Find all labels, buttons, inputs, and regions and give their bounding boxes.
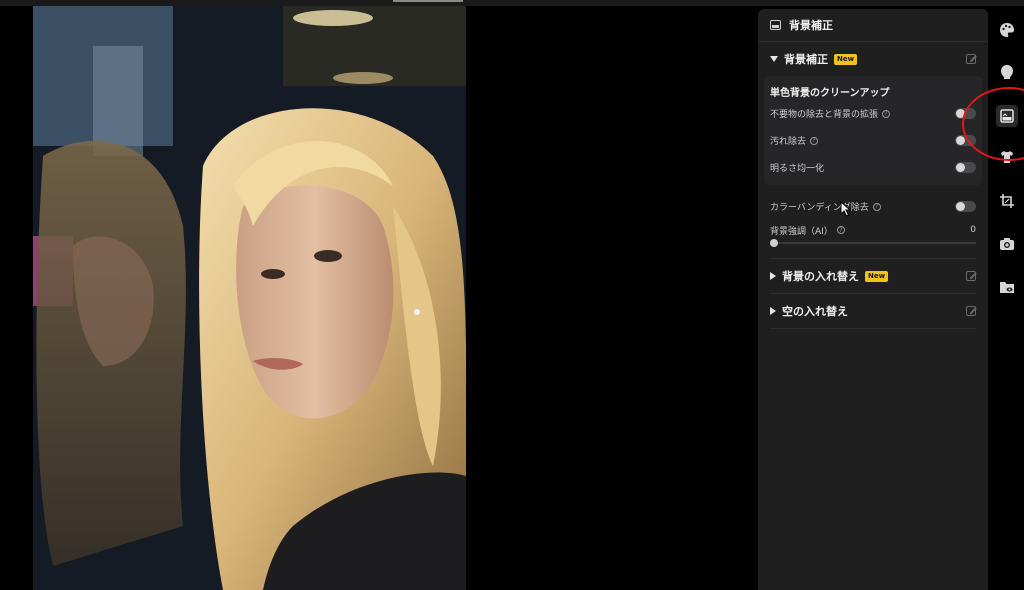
bg-enhance-slider-row: 背景強調（AI） ? 0 [770,220,976,248]
section-label: 背景の入れ替え [782,270,859,283]
crop-icon[interactable] [996,190,1018,212]
help-icon[interactable]: ? [810,136,819,145]
background-correction-icon [770,20,781,30]
row-label: カラーバンディング除去 [770,203,869,213]
section-background-correction-toggle[interactable]: 背景補正 New [770,42,976,76]
camera-icon[interactable] [996,233,1018,255]
row-label: 汚れ除去 [770,137,807,147]
toggle-color-banding[interactable] [955,201,976,212]
slider-value: 0 [970,225,976,235]
mouse-cursor-icon [840,201,852,217]
bg-enhance-slider[interactable] [770,238,976,248]
section-label: 空の入れ替え [782,305,848,318]
folder-eye-icon[interactable] [996,276,1018,298]
face-icon[interactable] [996,61,1018,83]
palette-icon[interactable] [996,19,1018,41]
slider-handle[interactable] [770,239,778,247]
panel-title: 背景補正 [789,19,833,32]
solid-bg-cleanup-card: 単色背景のクリーンアップ 不要物の除去と背景の拡張 ? 汚れ除去 ? 明るさ均一… [764,76,982,185]
photo-canvas[interactable] [33,6,466,590]
section-label: 背景補正 [784,53,828,66]
section-background-correction: 背景補正 New 単色背景のクリーンアップ 不要物の除去と背景の拡張 ? 汚れ除… [764,42,982,259]
section-background-replace: 背景の入れ替え New [770,259,976,294]
edit-icon[interactable] [966,271,976,281]
subcard-title: 単色背景のクリーンアップ [770,87,890,99]
row-color-banding: カラーバンディング除去 ? [770,193,976,220]
edit-icon[interactable] [966,54,976,64]
new-badge: New [834,53,858,65]
panel-header: 背景補正 [758,9,988,42]
caret-down-icon [770,56,778,62]
row-brightness-uniform: 明るさ均一化 [770,154,976,181]
row-label: 不要物の除去と背景の拡張 [770,110,879,120]
toggle-brightness-uniform[interactable] [955,162,976,173]
caret-right-icon [770,272,776,280]
new-badge: New [865,270,889,282]
active-tab-indicator [393,0,463,2]
settings-panel: 背景補正 背景補正 New 単色背景のクリーンアップ 不要物の除去と背景の拡張 … [758,9,988,590]
slider-label: 背景強調（AI） [770,226,833,237]
help-icon[interactable]: ? [836,226,845,234]
section-background-replace-toggle[interactable]: 背景の入れ替え New [770,259,976,293]
edit-icon[interactable] [966,306,976,316]
section-sky-replace: 空の入れ替え [770,294,976,329]
help-icon[interactable]: ? [882,109,891,118]
portrait-image [33,6,466,590]
slider-track [770,242,976,244]
help-icon[interactable]: ? [872,202,881,211]
caret-right-icon [770,307,776,315]
row-stain-removal: 汚れ除去 ? [770,127,976,154]
section-sky-replace-toggle[interactable]: 空の入れ替え [770,294,976,328]
row-label: 明るさ均一化 [770,164,825,174]
row-remove-objects: 不要物の除去と背景の拡張 ? [770,100,976,127]
